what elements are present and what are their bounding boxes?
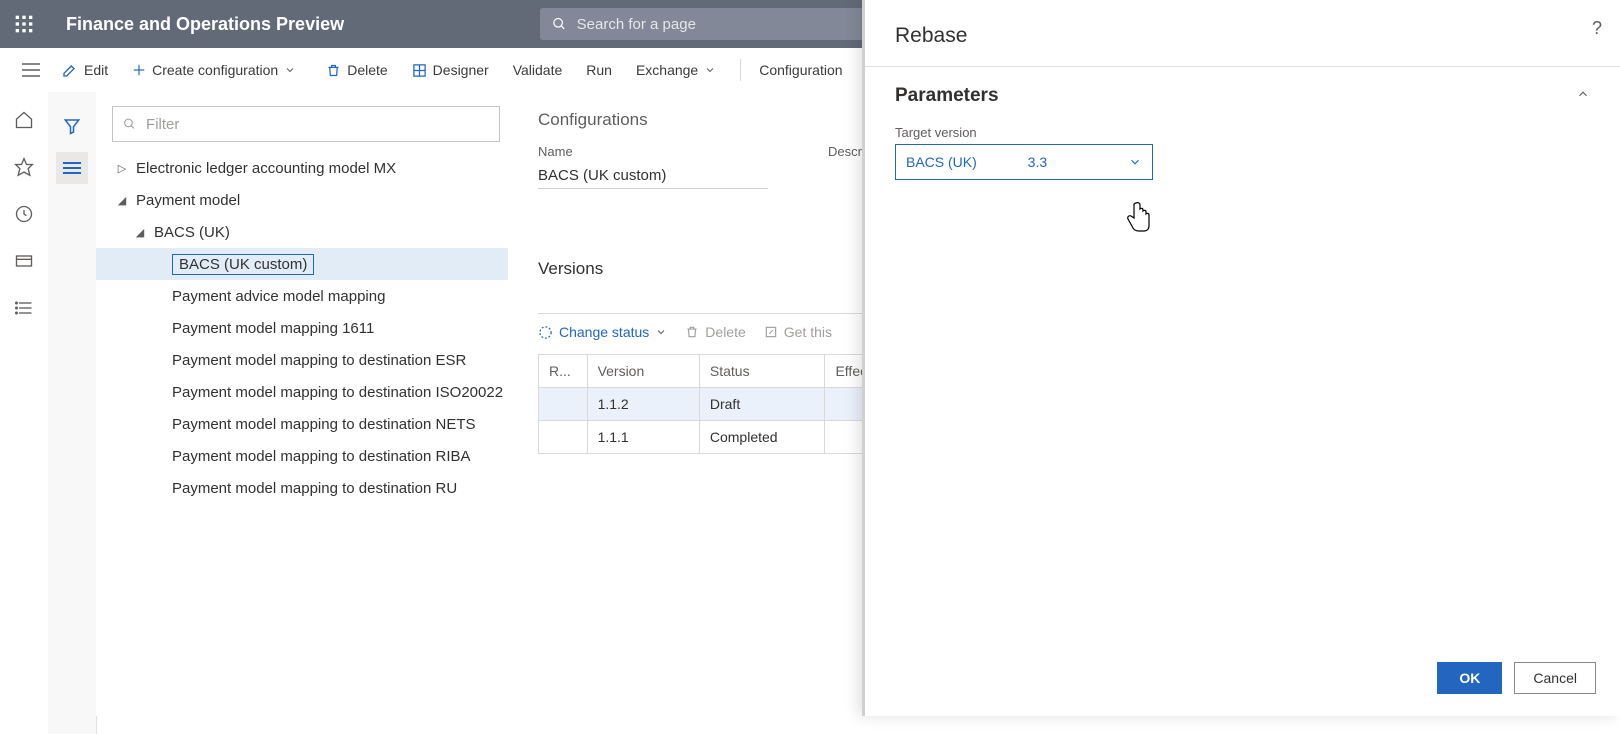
cancel-button[interactable]: Cancel xyxy=(1514,662,1596,694)
collapse-icon[interactable]: ◢ xyxy=(108,194,136,207)
tree-mode-toggle[interactable] xyxy=(56,152,88,184)
command-separator xyxy=(740,59,741,81)
dropdown-selected-version: 3.3 xyxy=(1028,154,1047,170)
validate-button[interactable]: Validate xyxy=(501,48,575,92)
expand-icon[interactable]: ▷ xyxy=(108,162,136,175)
help-icon[interactable]: ? xyxy=(1592,18,1602,39)
edit-button[interactable]: Edit xyxy=(50,48,120,92)
tree-row-selected[interactable]: BACS (UK custom) xyxy=(96,248,508,280)
column-status[interactable]: Status xyxy=(699,355,825,388)
chevron-up-icon xyxy=(1576,85,1590,107)
column-rebase[interactable]: R... xyxy=(539,355,588,388)
tree-row[interactable]: Payment advice model mapping xyxy=(96,280,508,312)
target-version-label: Target version xyxy=(895,125,1590,140)
filter-toggle[interactable] xyxy=(56,110,88,142)
funnel-icon xyxy=(63,117,81,135)
rebase-panel: ? Rebase Parameters Target version BACS … xyxy=(862,0,1620,716)
search-input[interactable] xyxy=(575,15,872,34)
tree-row[interactable]: Payment model mapping to destination RU xyxy=(96,472,508,504)
search-icon xyxy=(123,117,136,131)
name-label: Name xyxy=(538,144,768,159)
app-title: Finance and Operations Preview xyxy=(66,14,344,35)
table-header-row: R... Version Status Effect xyxy=(539,355,882,388)
version-delete-button[interactable]: Delete xyxy=(685,324,745,340)
chevron-down-icon xyxy=(655,326,667,338)
tree-row[interactable]: ◢Payment model xyxy=(96,184,508,216)
status-icon xyxy=(538,325,553,340)
create-config-button[interactable]: Create configuration xyxy=(120,48,314,92)
chevron-down-icon xyxy=(704,64,716,76)
tree-filter-box[interactable] xyxy=(112,106,500,142)
tree-row[interactable]: Payment model mapping to destination NET… xyxy=(96,408,508,440)
tree-row[interactable]: ▷Electronic ledger accounting model MX xyxy=(96,152,508,184)
tree-row[interactable]: Payment model mapping to destination RIB… xyxy=(96,440,508,472)
ok-button[interactable]: OK xyxy=(1437,662,1502,694)
clock-icon[interactable] xyxy=(14,204,34,227)
detail-pane: Configurations Name BACS (UK custom) Des… xyxy=(516,92,882,734)
config-tree-panel: ▷Electronic ledger accounting model MX ◢… xyxy=(96,92,517,716)
panel-title: Rebase xyxy=(865,0,1620,67)
hamburger-button[interactable] xyxy=(12,48,50,92)
star-icon[interactable] xyxy=(14,157,34,180)
tree-row[interactable]: Payment model mapping to destination ESR xyxy=(96,344,508,376)
run-button[interactable]: Run xyxy=(574,48,624,92)
tree-filter-input[interactable] xyxy=(144,115,489,134)
change-status-button[interactable]: Change status xyxy=(538,324,667,340)
chevron-down-icon xyxy=(1128,155,1142,169)
collapse-icon[interactable]: ◢ xyxy=(126,226,154,239)
tree-row[interactable]: Payment model mapping 1611 xyxy=(96,312,508,344)
panel-footer: OK Cancel xyxy=(1437,662,1596,694)
trash-icon xyxy=(326,63,341,78)
list-icon[interactable] xyxy=(14,298,34,321)
external-icon xyxy=(764,325,778,339)
config-tree: ▷Electronic ledger accounting model MX ◢… xyxy=(96,152,516,504)
dropdown-selected-text: BACS (UK) xyxy=(906,154,977,170)
parameters-block: Target version BACS (UK) 3.3 xyxy=(865,115,1620,190)
edit-icon xyxy=(62,62,78,78)
configurations-heading: Configurations xyxy=(538,110,882,130)
chevron-down-icon xyxy=(284,64,296,76)
delete-button[interactable]: Delete xyxy=(314,48,399,92)
tree-row[interactable]: Payment model mapping to destination ISO… xyxy=(96,376,508,408)
column-version[interactable]: Version xyxy=(587,355,699,388)
plus-icon xyxy=(132,63,146,77)
configurations-breadcrumb[interactable]: Configuration xyxy=(747,48,854,92)
versions-toolbar: Change status Delete Get this xyxy=(538,313,882,340)
workspace-icon[interactable] xyxy=(14,251,34,274)
lines-icon xyxy=(63,161,81,175)
create-config-label: Create configuration xyxy=(152,62,278,78)
get-this-button[interactable]: Get this xyxy=(764,324,832,340)
home-icon[interactable] xyxy=(14,110,34,133)
waffle-launcher[interactable] xyxy=(0,0,48,48)
edit-label: Edit xyxy=(84,62,108,78)
trash-icon xyxy=(685,325,699,339)
versions-heading: Versions xyxy=(538,259,882,279)
designer-button[interactable]: Designer xyxy=(400,48,501,92)
tree-tool-rail xyxy=(48,92,97,734)
designer-icon xyxy=(412,63,427,78)
global-search[interactable] xyxy=(540,8,884,40)
name-value[interactable]: BACS (UK custom) xyxy=(538,163,768,189)
designer-label: Designer xyxy=(433,62,489,78)
search-icon xyxy=(552,16,567,32)
delete-label: Delete xyxy=(347,62,387,78)
tree-row[interactable]: ◢BACS (UK) xyxy=(96,216,508,248)
table-row[interactable]: 1.1.2 Draft xyxy=(539,388,882,421)
parameters-section-header[interactable]: Parameters xyxy=(865,67,1620,115)
exchange-button[interactable]: Exchange xyxy=(624,48,734,92)
target-version-dropdown[interactable]: BACS (UK) 3.3 xyxy=(895,144,1153,180)
versions-table: R... Version Status Effect 1.1.2 Draft 1… xyxy=(538,354,882,454)
table-row[interactable]: 1.1.1 Completed xyxy=(539,421,882,454)
left-nav-rail xyxy=(0,92,49,734)
